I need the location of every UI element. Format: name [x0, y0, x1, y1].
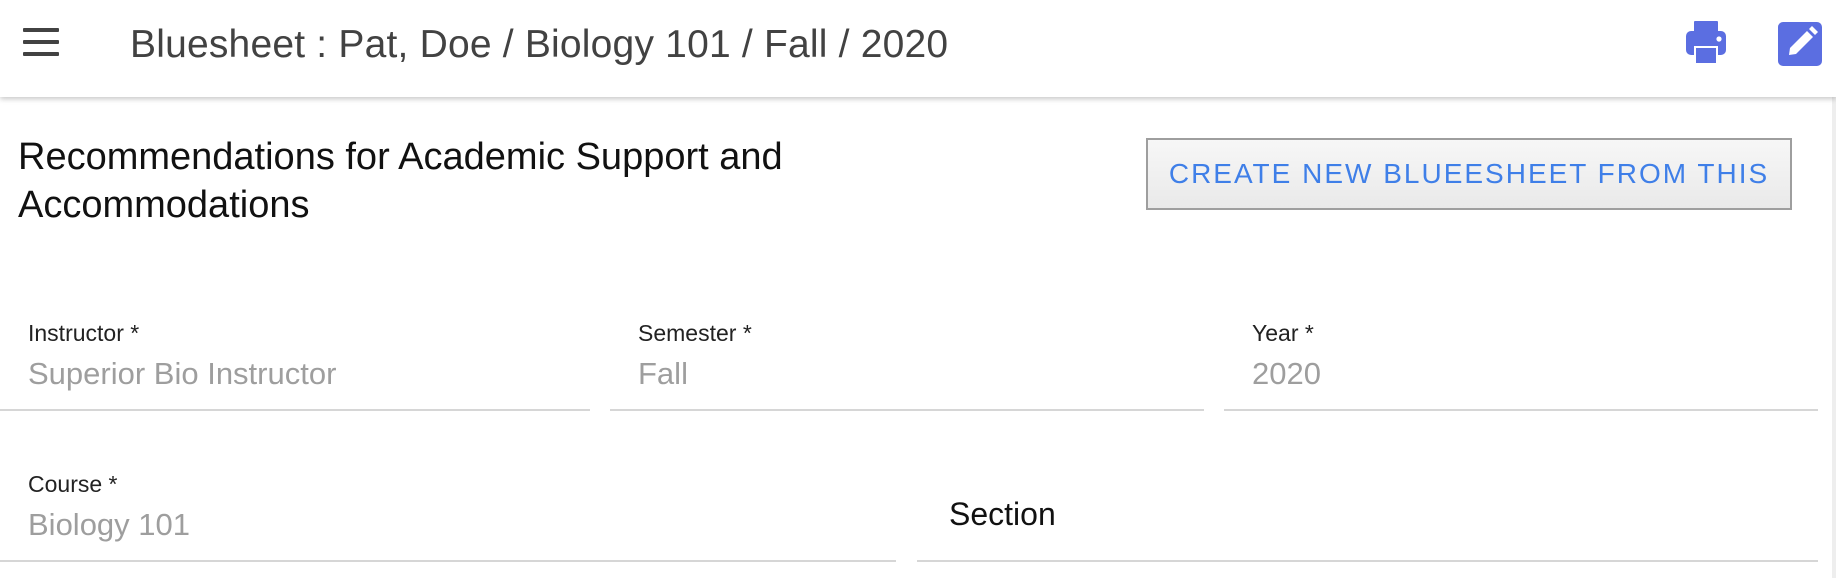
page: Bluesheet : Pat, Doe / Biology 101 / Fal…	[0, 0, 1836, 578]
menu-icon-bar	[23, 40, 59, 44]
menu-icon-bar	[23, 52, 59, 56]
section-label: Section	[949, 496, 1056, 532]
section-heading: Recommendations for Academic Support and…	[18, 136, 783, 226]
year-field[interactable]: Year * 2020	[1224, 302, 1818, 411]
instructor-label: Instructor *	[28, 320, 140, 346]
semester-value: Fall	[638, 356, 688, 391]
edit-icon[interactable]	[1776, 20, 1824, 68]
course-field[interactable]: Course * Biology 101	[0, 453, 896, 562]
create-new-bluesheet-button[interactable]: CREATE NEW BLUEESHEET FROM THIS	[1146, 138, 1792, 210]
instructor-field[interactable]: Instructor * Superior Bio Instructor	[0, 302, 590, 411]
print-icon[interactable]	[1682, 20, 1730, 68]
edit-icon-graphic	[1778, 22, 1822, 66]
instructor-value: Superior Bio Instructor	[28, 356, 337, 391]
semester-label: Semester *	[638, 320, 752, 346]
menu-icon[interactable]	[18, 26, 66, 66]
year-label: Year *	[1252, 320, 1314, 346]
app-bar: Bluesheet : Pat, Doe / Biology 101 / Fal…	[0, 0, 1836, 97]
main-content: Recommendations for Academic Support and…	[0, 97, 1836, 578]
menu-icon-bar	[23, 28, 59, 32]
course-label: Course *	[28, 471, 118, 497]
semester-field[interactable]: Semester * Fall	[610, 302, 1204, 411]
course-value: Biology 101	[28, 507, 191, 542]
year-value: 2020	[1252, 356, 1321, 391]
print-icon-graphic	[1686, 21, 1726, 65]
page-title: Bluesheet : Pat, Doe / Biology 101 / Fal…	[130, 23, 949, 66]
section-field[interactable]: Section	[917, 453, 1818, 562]
